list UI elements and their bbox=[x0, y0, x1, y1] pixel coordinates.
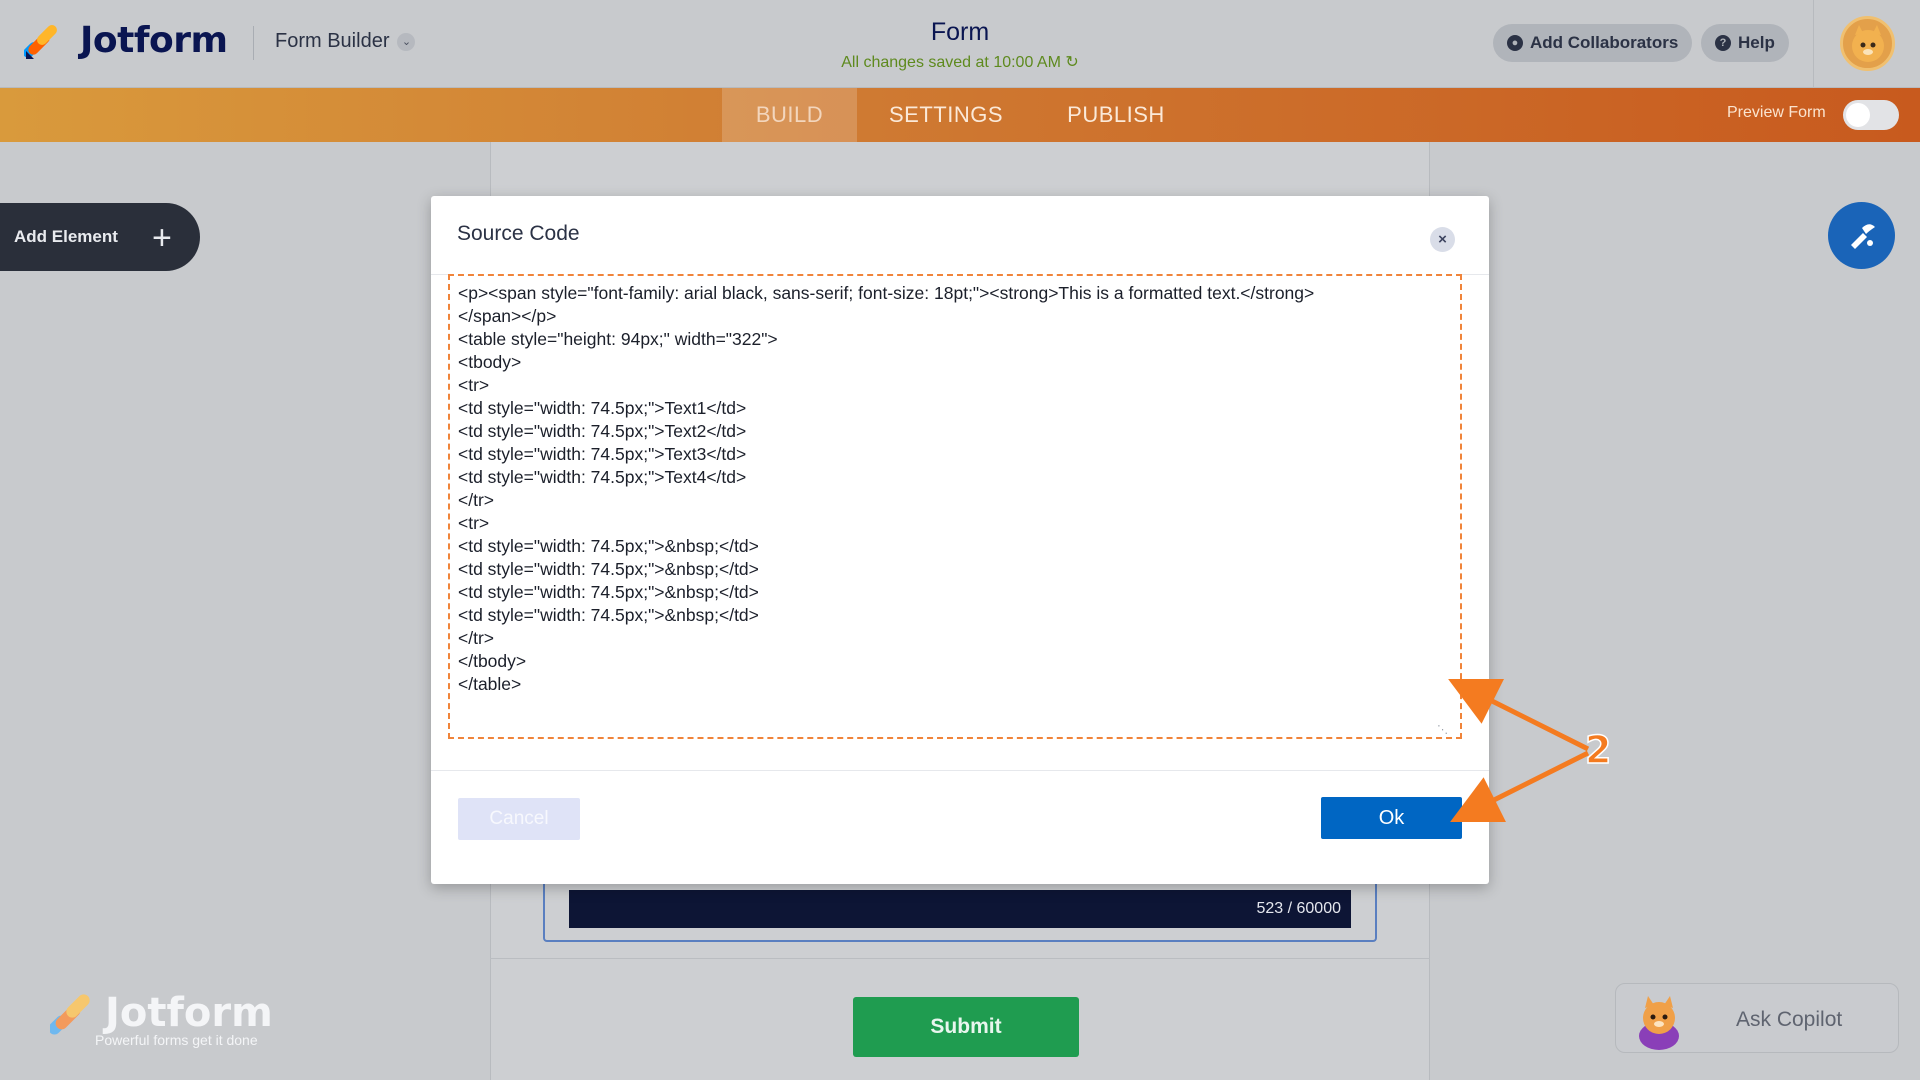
dialog-divider-bottom bbox=[431, 770, 1489, 771]
resize-handle-icon[interactable]: ⋱ bbox=[1437, 723, 1448, 736]
close-icon[interactable]: × bbox=[1430, 227, 1455, 252]
dialog-title: Source Code bbox=[457, 222, 580, 245]
source-code-dialog: Source Code × <p><span style="font-famil… bbox=[431, 196, 1489, 884]
ok-button[interactable]: Ok bbox=[1321, 797, 1462, 839]
annotation-step-number: 2 bbox=[1584, 727, 1612, 773]
source-code-textarea[interactable]: <p><span style="font-family: arial black… bbox=[448, 274, 1462, 739]
cancel-button[interactable]: Cancel bbox=[458, 798, 580, 840]
